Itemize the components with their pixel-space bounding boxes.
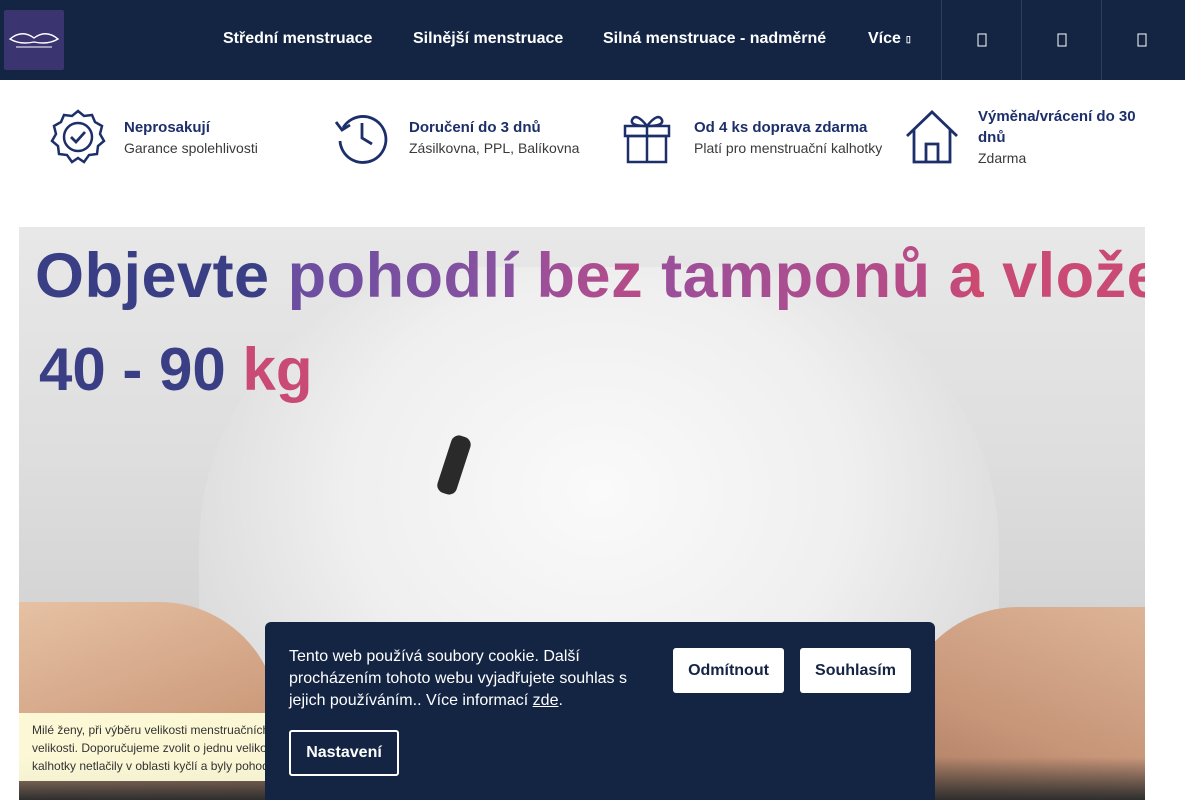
page: Střední menstruace Silnější menstruace S… [0, 0, 1200, 800]
nav-label: Více [868, 30, 901, 47]
badge-check-icon [49, 108, 107, 166]
hero-word: pohodlí [287, 241, 519, 311]
cookie-consent-bar: Tento web používá soubory cookie. Další … [265, 622, 935, 800]
user-button[interactable] [1021, 0, 1101, 80]
cart-icon [1137, 33, 1146, 47]
benefit-text: Výměna/vrácení do 30 dnů Zdarma [978, 106, 1156, 168]
nav-item-silna[interactable]: Silná menstruace - nadměrné [603, 29, 826, 49]
cookie-text: Tento web používá soubory cookie. Další … [289, 646, 639, 712]
hero-weight-value: 40 - 90 [39, 336, 226, 403]
logo-icon [8, 33, 60, 48]
benefit-subtitle: Zdarma [978, 150, 1027, 166]
benefit-subtitle: Platí pro menstruační kalhotky [694, 140, 883, 156]
hero-word: bez [536, 241, 644, 311]
benefit-title: Od 4 ks doprava zdarma [694, 119, 868, 136]
button-label: Souhlasím [815, 661, 896, 679]
search-icon [977, 33, 986, 47]
nav-item-more[interactable]: Více ▯ [868, 29, 911, 49]
benefit-title: Výměna/vrácení do 30 dnů [978, 108, 1136, 146]
nav-item-stredni[interactable]: Střední menstruace [223, 29, 372, 49]
nav-item-silnejsi[interactable]: Silnější menstruace [413, 29, 563, 49]
hero-word: Objevte [35, 241, 270, 311]
hero-headline: Objevte pohodlí bez tamponů a vložek [35, 241, 1145, 311]
user-icon [1057, 33, 1066, 47]
button-label: Odmítnout [688, 661, 769, 679]
site-header: Střední menstruace Silnější menstruace S… [0, 0, 1185, 80]
benefit-title: Neprosakují [124, 119, 210, 136]
cart-button[interactable] [1101, 0, 1181, 80]
button-label: Nastavení [306, 744, 382, 761]
cookie-accept-button[interactable]: Souhlasím [800, 648, 911, 693]
chevron-down-icon: ▯ [905, 34, 911, 44]
hero-word: a [948, 241, 985, 311]
nav-label: Střední menstruace [223, 30, 373, 47]
cookie-settings-button[interactable]: Nastavení [289, 730, 399, 776]
benefit-text: Neprosakují Garance spolehlivosti [124, 117, 299, 158]
cookie-period: . [558, 692, 563, 709]
benefit-text: Doručení do 3 dnů Zásilkovna, PPL, Balík… [409, 117, 599, 158]
logo[interactable] [4, 10, 64, 70]
benefit-text: Od 4 ks doprava zdarma Platí pro menstru… [694, 117, 894, 158]
benefit-subtitle: Garance spolehlivosti [124, 140, 258, 156]
hero-word: vložek [1002, 241, 1145, 311]
cookie-reject-button[interactable]: Odmítnout [673, 648, 784, 693]
hero-weight-unit: kg [242, 336, 313, 403]
benefit-subtitle: Zásilkovna, PPL, Balíkovna [409, 140, 580, 156]
gift-icon [618, 108, 676, 166]
cookie-more-info-link[interactable]: zde [533, 692, 559, 709]
hero-word: tamponů [661, 241, 931, 311]
cookie-message: Tento web používá soubory cookie. Další … [289, 648, 627, 709]
history-clock-icon [333, 108, 391, 166]
nav-label: Silná menstruace - nadměrné [603, 30, 827, 47]
home-icon [903, 108, 961, 166]
benefit-title: Doručení do 3 dnů [409, 119, 541, 136]
nav-label: Silnější menstruace [413, 30, 564, 47]
search-button[interactable] [941, 0, 1021, 80]
hero-weight-range: 40 - 90 kg [39, 335, 313, 405]
